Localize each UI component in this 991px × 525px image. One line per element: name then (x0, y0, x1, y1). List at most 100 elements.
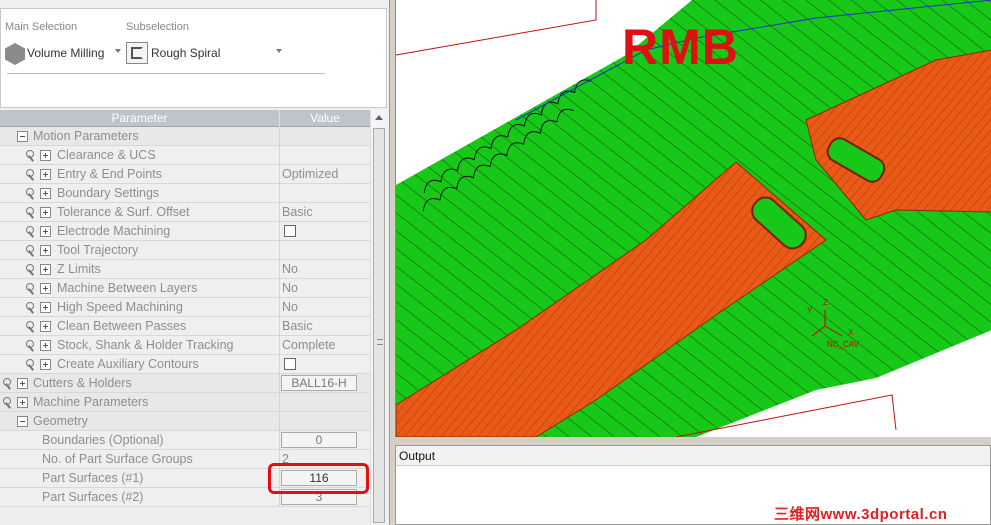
table-row-geometry[interactable]: Geometry (0, 412, 370, 431)
wrench-icon (26, 150, 37, 161)
table-row-boundary-settings[interactable]: Boundary Settings (0, 184, 370, 203)
row-value (280, 412, 370, 431)
row-value[interactable]: Optimized (280, 165, 370, 184)
wrench-icon (26, 245, 37, 256)
expand-icon[interactable] (17, 397, 28, 408)
row-label: Z Limits (57, 262, 101, 276)
output-panel-title: Output (396, 446, 990, 466)
site-watermark: 三维网www.3dportal.cn (774, 506, 948, 523)
wrench-icon (26, 188, 37, 199)
row-label: Machine Parameters (33, 395, 149, 409)
volume-milling-icon[interactable] (5, 43, 25, 65)
boundaries-select-button[interactable]: 0 (281, 432, 357, 448)
row-label: Stock, Shank & Holder Tracking (57, 338, 234, 352)
rmb-overlay-text: RMB (622, 19, 739, 75)
scroll-up-arrow-icon[interactable] (375, 115, 383, 120)
expand-icon[interactable] (17, 378, 28, 389)
table-row-machine-between-layers[interactable]: Machine Between Layers No (0, 279, 370, 298)
axis-z-label: Z (823, 298, 828, 307)
row-label: Boundaries (Optional) (42, 433, 164, 447)
highlight-annotation-box (268, 463, 369, 494)
row-label: Part Surfaces (#2) (42, 490, 144, 504)
row-label: Boundary Settings (57, 186, 160, 200)
row-label: Geometry (33, 414, 88, 428)
expand-icon[interactable] (40, 359, 51, 370)
subselection-chevron-down-icon[interactable] (276, 49, 282, 53)
selection-divider (7, 73, 325, 74)
table-row-electrode-machining[interactable]: Electrode Machining (0, 222, 370, 241)
row-label: Electrode Machining (57, 224, 171, 238)
wrench-icon (26, 226, 37, 237)
table-row-machine-parameters[interactable]: Machine Parameters (0, 393, 370, 412)
table-row-tolerance-surf-offset[interactable]: Tolerance & Surf. Offset Basic (0, 203, 370, 222)
row-value (280, 393, 370, 412)
main-selection-dropdown[interactable]: Volume Milling (27, 46, 104, 60)
table-row-cutters-holders[interactable]: Cutters & Holders BALL16-H (0, 374, 370, 393)
column-header-value: Value (310, 111, 340, 125)
subselection-dropdown[interactable]: Rough Spiral (151, 46, 220, 60)
wrench-icon (26, 359, 37, 370)
table-row-stock-shank-holder-tracking[interactable]: Stock, Shank & Holder Tracking Complete (0, 336, 370, 355)
expand-icon[interactable] (40, 207, 51, 218)
create-auxiliary-contours-checkbox[interactable] (284, 358, 296, 370)
subselection-label: Subselection (126, 21, 189, 33)
main-selection-chevron-down-icon[interactable] (115, 49, 121, 53)
row-label: Part Surfaces (#1) (42, 471, 144, 485)
expand-icon[interactable] (40, 169, 51, 180)
wrench-icon (26, 207, 37, 218)
table-row-motion-parameters[interactable]: Motion Parameters (0, 127, 370, 146)
rough-spiral-icon[interactable] (126, 42, 148, 64)
wrench-icon (3, 378, 14, 389)
row-label: High Speed Machining (57, 300, 183, 314)
table-row-create-auxiliary-contours[interactable]: Create Auxiliary Contours (0, 355, 370, 374)
scroll-thumb[interactable] (373, 128, 385, 523)
row-label: Tolerance & Surf. Offset (57, 205, 190, 219)
row-label: Entry & End Points (57, 167, 162, 181)
row-label: Create Auxiliary Contours (57, 357, 199, 371)
wrench-icon (26, 264, 37, 275)
row-value[interactable]: Basic (280, 203, 370, 222)
row-label: Motion Parameters (33, 129, 139, 143)
row-value[interactable]: No (280, 279, 370, 298)
expand-icon[interactable] (40, 264, 51, 275)
wrench-icon (26, 302, 37, 313)
row-value (280, 184, 370, 203)
row-value[interactable]: Basic (280, 317, 370, 336)
electrode-machining-checkbox[interactable] (284, 225, 296, 237)
table-row-boundaries-optional[interactable]: Boundaries (Optional) 0 (0, 431, 370, 450)
expand-icon[interactable] (40, 340, 51, 351)
collapse-icon[interactable] (17, 131, 28, 142)
wrench-icon (26, 340, 37, 351)
main-selection-label: Main Selection (5, 21, 78, 33)
row-value (280, 241, 370, 260)
table-row-tool-trajectory[interactable]: Tool Trajectory (0, 241, 370, 260)
row-label: Clean Between Passes (57, 319, 187, 333)
expand-icon[interactable] (40, 245, 51, 256)
expand-icon[interactable] (40, 150, 51, 161)
wrench-icon (3, 397, 14, 408)
table-scrollbar[interactable] (370, 110, 386, 525)
table-row-clean-between-passes[interactable]: Clean Between Passes Basic (0, 317, 370, 336)
row-value[interactable]: Complete (280, 336, 370, 355)
row-label: No. of Part Surface Groups (42, 452, 193, 466)
row-value[interactable]: No (280, 298, 370, 317)
coordinate-system-label: NC_CAV (827, 340, 859, 349)
graphics-viewport[interactable]: Y Z X RMB NC_CAV (395, 0, 991, 437)
table-row-z-limits[interactable]: Z Limits No (0, 260, 370, 279)
row-label: Machine Between Layers (57, 281, 198, 295)
expand-icon[interactable] (40, 302, 51, 313)
process-panel: Main Selection Subselection Volume Milli… (0, 0, 390, 525)
table-header: Parameter Value (0, 110, 370, 127)
row-value[interactable]: No (280, 260, 370, 279)
table-row-entry-end-points[interactable]: Entry & End Points Optimized (0, 165, 370, 184)
table-row-clearance-ucs[interactable]: Clearance & UCS (0, 146, 370, 165)
expand-icon[interactable] (40, 321, 51, 332)
cutter-select-button[interactable]: BALL16-H (281, 375, 357, 391)
row-value (280, 146, 370, 165)
expand-icon[interactable] (40, 188, 51, 199)
expand-icon[interactable] (40, 283, 51, 294)
collapse-icon[interactable] (17, 416, 28, 427)
wrench-icon (26, 169, 37, 180)
expand-icon[interactable] (40, 226, 51, 237)
table-row-high-speed-machining[interactable]: High Speed Machining No (0, 298, 370, 317)
